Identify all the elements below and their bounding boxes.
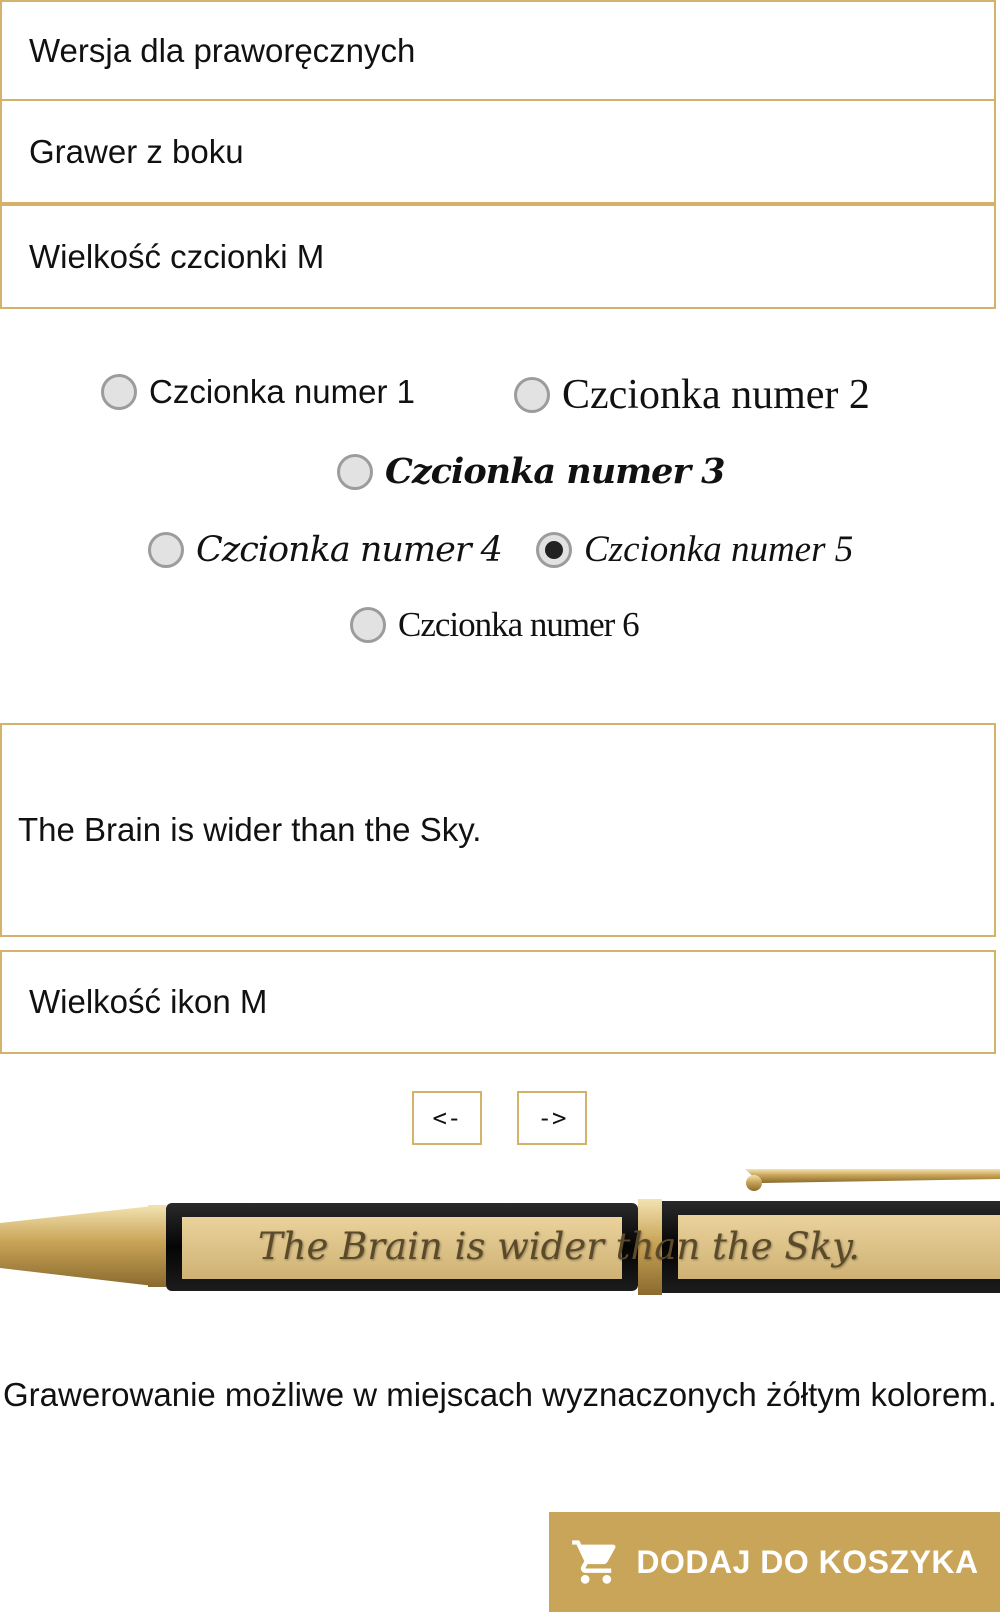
font-5-label: Czcionka numer 5 — [584, 529, 854, 570]
font-5-radio[interactable] — [536, 531, 572, 568]
add-to-cart-button[interactable]: DODAJ DO KOSZYKA — [549, 1512, 1000, 1612]
font-4-radio[interactable] — [148, 532, 184, 568]
font-option-1[interactable]: Czcionka numer 1 — [101, 373, 415, 411]
font-size-select[interactable]: Wielkość czcionki M — [0, 204, 996, 309]
font-6-radio[interactable] — [350, 607, 386, 643]
engraving-preview-text: The Brain is wider than the Sky. — [258, 1225, 860, 1268]
font-size-label: Wielkość czcionki M — [29, 237, 325, 275]
engraving-info: Grawerowanie możliwe w miejscach wyznacz… — [3, 1376, 997, 1413]
font-3-radio[interactable] — [337, 453, 373, 490]
engraving-text-value: The Brain is wider than the Sky. — [18, 811, 482, 848]
font-2-label: Czcionka numer 2 — [562, 372, 870, 418]
font-6-label: Czcionka numer 6 — [398, 605, 640, 644]
font-option-2[interactable]: Czcionka numer 2 — [514, 371, 870, 419]
prev-button[interactable]: <- — [412, 1091, 482, 1145]
font-option-4[interactable]: Czcionka numer 4 — [148, 530, 503, 570]
font-option-5[interactable]: Czcionka numer 5 — [536, 528, 853, 571]
icon-size-label: Wielkość ikon M — [29, 983, 268, 1020]
icon-size-select[interactable]: Wielkość ikon M — [0, 950, 996, 1054]
add-to-cart-label: DODAJ DO KOSZYKA — [636, 1543, 979, 1580]
next-button[interactable]: -> — [517, 1091, 587, 1145]
font-option-3[interactable]: Czcionka numer 3 — [337, 451, 725, 492]
hand-version-select[interactable]: Wersja dla praworęcznych — [0, 0, 996, 101]
font-option-6[interactable]: Czcionka numer 6 — [350, 605, 640, 645]
font-2-radio[interactable] — [514, 377, 550, 413]
engrave-side-label: Grawer z boku — [29, 132, 244, 170]
font-4-label: Czcionka numer 4 — [196, 530, 503, 570]
font-1-radio[interactable] — [101, 374, 137, 410]
hand-version-label: Wersja dla praworęcznych — [29, 31, 416, 69]
font-1-label: Czcionka numer 1 — [149, 373, 415, 410]
font-3-label: Czcionka numer 3 — [385, 451, 725, 492]
engraving-text-input[interactable]: The Brain is wider than the Sky. — [0, 723, 996, 937]
cart-icon — [572, 1540, 616, 1584]
engrave-side-select[interactable]: Grawer z boku — [0, 99, 996, 204]
